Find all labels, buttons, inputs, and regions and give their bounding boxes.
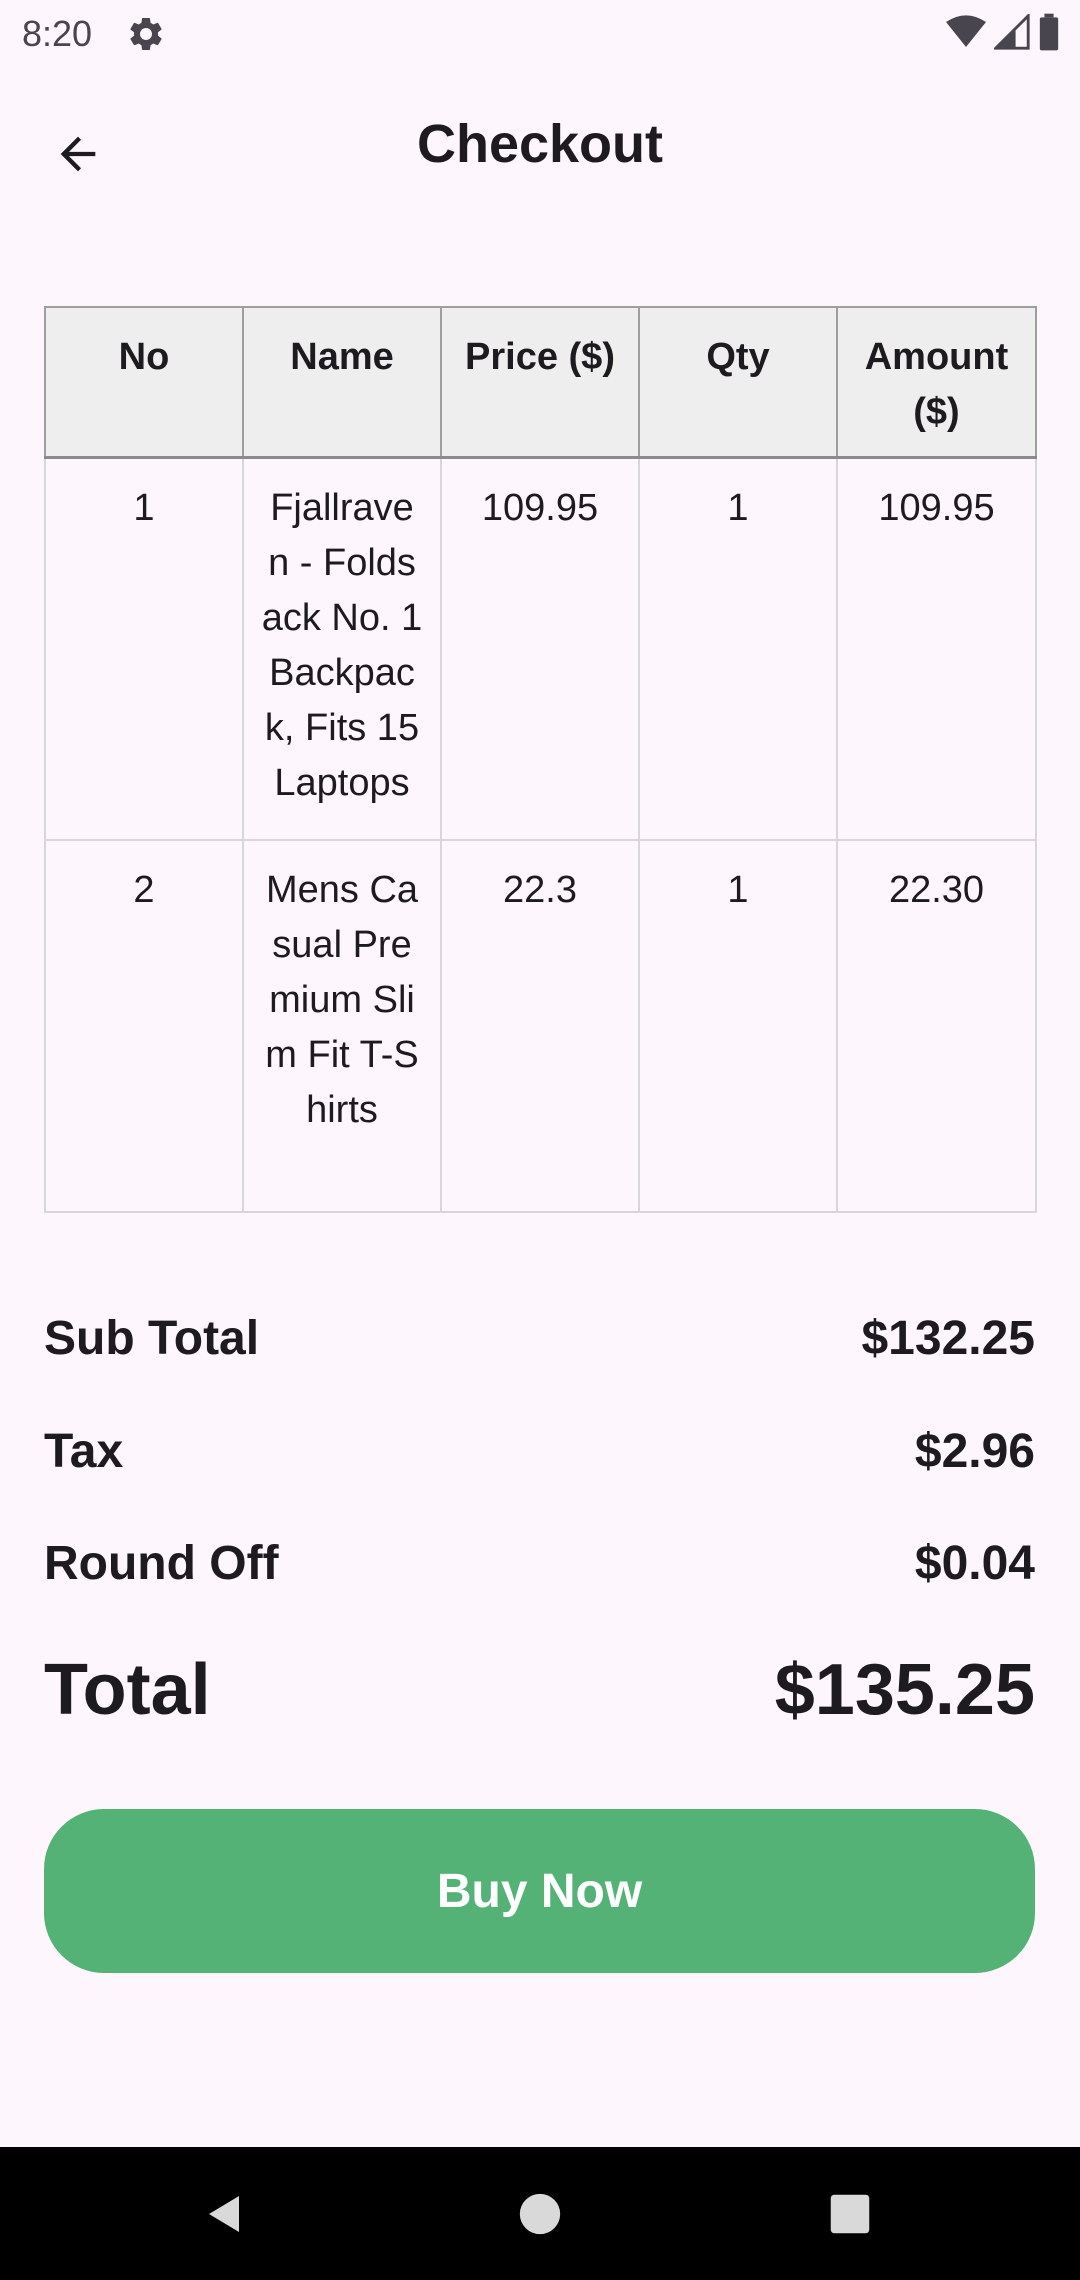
cell-price: 22.3 <box>440 839 640 1213</box>
cell-no: 2 <box>44 839 244 1213</box>
nav-home-button[interactable] <box>505 2179 575 2249</box>
battery-icon <box>1038 13 1060 56</box>
total-value: $135.25 <box>774 1650 1035 1730</box>
system-nav-bar <box>0 2147 1080 2280</box>
cell-amount: 22.30 <box>836 839 1037 1213</box>
order-table: No Name Price ($) Qty Amount ($) 1 Fjall… <box>44 306 1037 1213</box>
table-row: 2 Mens Casual Premium Slim Fit T-Shirts … <box>44 839 1037 1213</box>
arrow-back-icon <box>60 136 96 172</box>
settings-icon <box>126 14 166 54</box>
header-amount: Amount ($) <box>836 306 1037 459</box>
total-label: Total <box>44 1650 211 1730</box>
status-bar: 8:20 <box>0 0 1080 66</box>
round-off-row: Round Off $0.04 <box>44 1528 1035 1598</box>
sub-total-row: Sub Total $132.25 <box>44 1303 1035 1373</box>
tax-value: $2.96 <box>914 1424 1035 1478</box>
header-price: Price ($) <box>440 306 640 459</box>
header-qty: Qty <box>638 306 838 459</box>
back-button[interactable] <box>34 110 122 198</box>
cell-name: Mens Casual Premium Slim Fit T-Shirts <box>242 839 442 1213</box>
header-name: Name <box>242 306 442 459</box>
back-triangle-icon <box>209 2196 239 2232</box>
sub-total-value: $132.25 <box>861 1311 1035 1365</box>
header-no: No <box>44 306 244 459</box>
cell-name: Fjallraven - Foldsack No. 1 Backpack, Fi… <box>242 456 442 841</box>
signal-icon <box>992 11 1030 55</box>
wifi-icon <box>946 14 986 55</box>
recents-square-icon <box>830 2194 870 2234</box>
cell-no: 1 <box>44 456 244 841</box>
nav-recents-button[interactable] <box>815 2179 885 2249</box>
table-header-row: No Name Price ($) Qty Amount ($) <box>44 306 1037 459</box>
cell-amount: 109.95 <box>836 456 1037 841</box>
app-bar: Checkout <box>0 88 1080 200</box>
total-row: Total $135.25 <box>44 1640 1035 1740</box>
cell-qty: 1 <box>638 839 838 1213</box>
cell-price: 109.95 <box>440 456 640 841</box>
table-row: 1 Fjallraven - Foldsack No. 1 Backpack, … <box>44 456 1037 841</box>
cell-qty: 1 <box>638 456 838 841</box>
page-title: Checkout <box>416 114 664 174</box>
round-off-label: Round Off <box>44 1536 279 1590</box>
home-circle-icon <box>519 2193 561 2235</box>
nav-back-button[interactable] <box>190 2179 260 2249</box>
status-time: 8:20 <box>22 13 93 54</box>
sub-total-label: Sub Total <box>44 1311 260 1365</box>
tax-row: Tax $2.96 <box>44 1416 1035 1486</box>
round-off-value: $0.04 <box>914 1536 1035 1590</box>
buy-now-button[interactable]: Buy Now <box>44 1809 1035 1973</box>
tax-label: Tax <box>44 1424 124 1478</box>
